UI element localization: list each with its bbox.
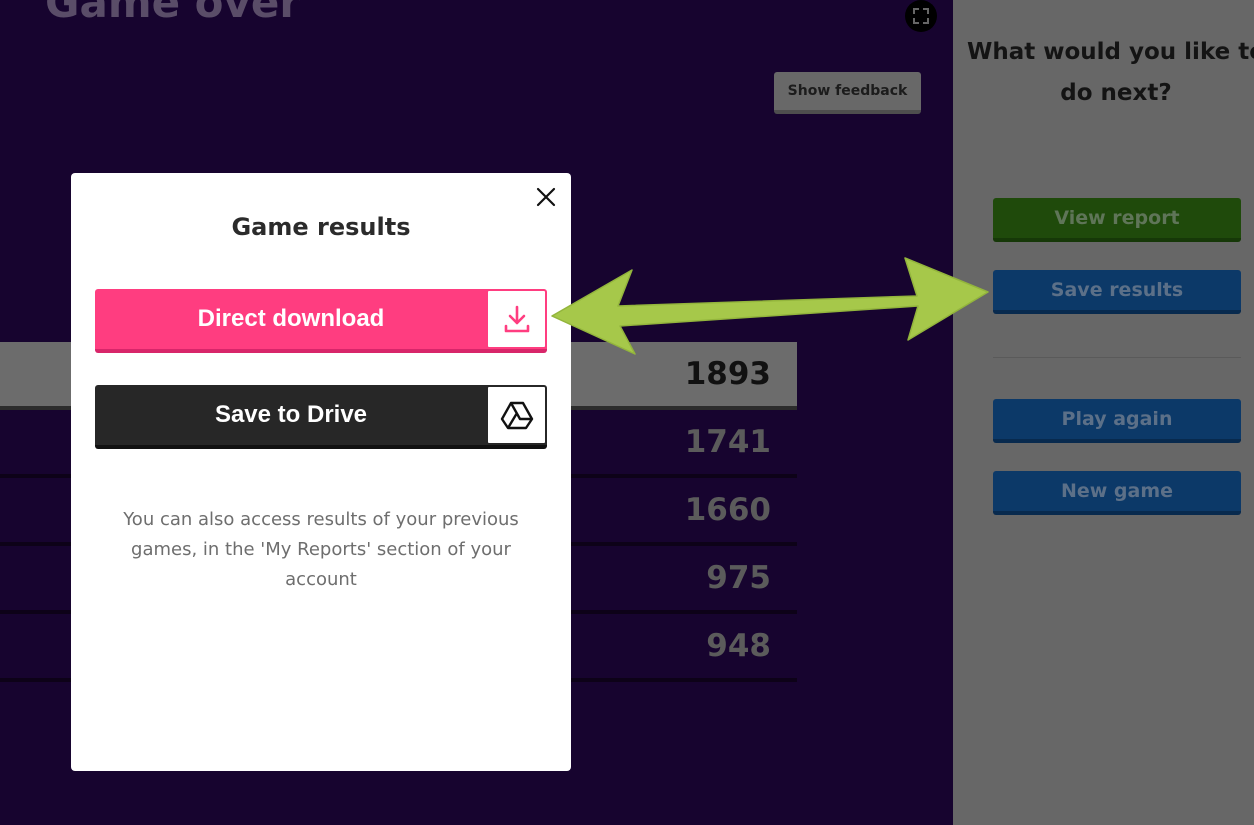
annotation-arrow-icon xyxy=(551,257,989,355)
app-window: Game over Show feedback 1893 1741 1660 9… xyxy=(0,0,1254,825)
